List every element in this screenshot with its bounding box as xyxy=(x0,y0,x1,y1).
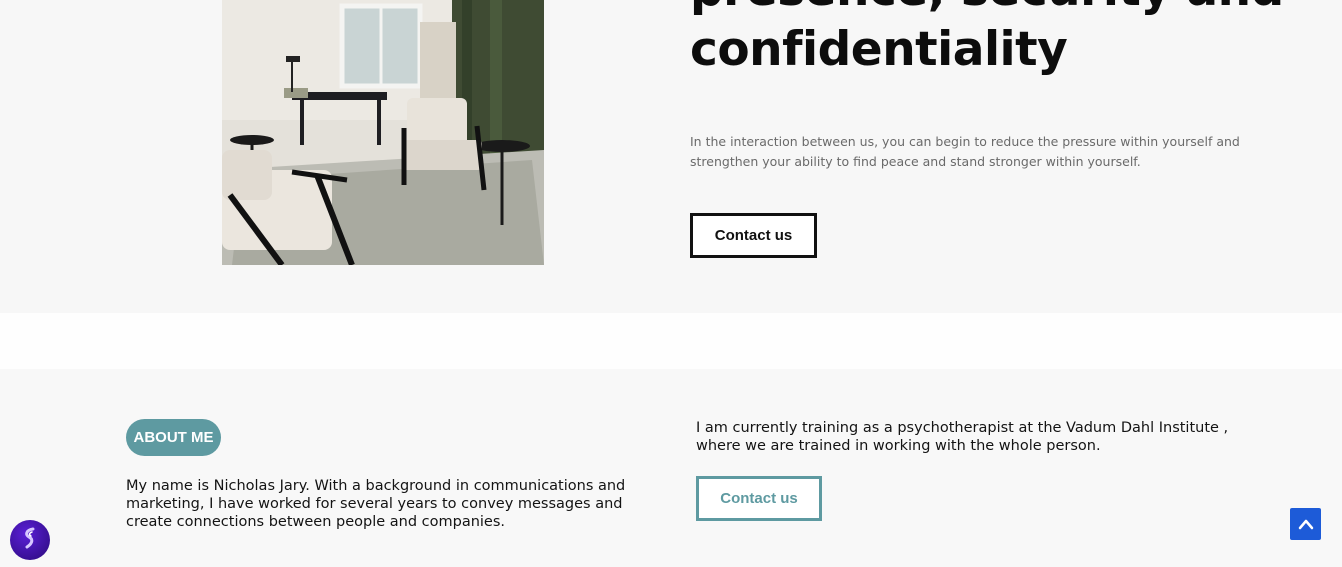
chevron-up-icon xyxy=(1298,515,1314,534)
about-contact-button[interactable]: Contact us xyxy=(696,476,822,521)
hero-description: In the interaction between us, you can b… xyxy=(690,134,1240,169)
about-me-badge: ABOUT ME xyxy=(126,419,221,456)
hero-title: presence, security and confidentiality xyxy=(690,0,1284,77)
chat-widget-button[interactable] xyxy=(10,520,50,560)
section-divider xyxy=(0,313,1342,369)
hero-contact-button[interactable]: Contact us xyxy=(690,213,817,258)
chat-widget-icon xyxy=(20,527,40,553)
about-intro-text: My name is Nicholas Jary. With a backgro… xyxy=(126,478,626,530)
about-section: ABOUT ME My name is Nicholas Jary. With … xyxy=(0,369,1342,567)
therapy-room-photo xyxy=(222,0,544,265)
scroll-to-top-button[interactable] xyxy=(1290,508,1321,540)
hero-section: presence, security and confidentiality I… xyxy=(0,0,1342,313)
about-training-text: I am currently training as a psychothera… xyxy=(696,420,1229,454)
